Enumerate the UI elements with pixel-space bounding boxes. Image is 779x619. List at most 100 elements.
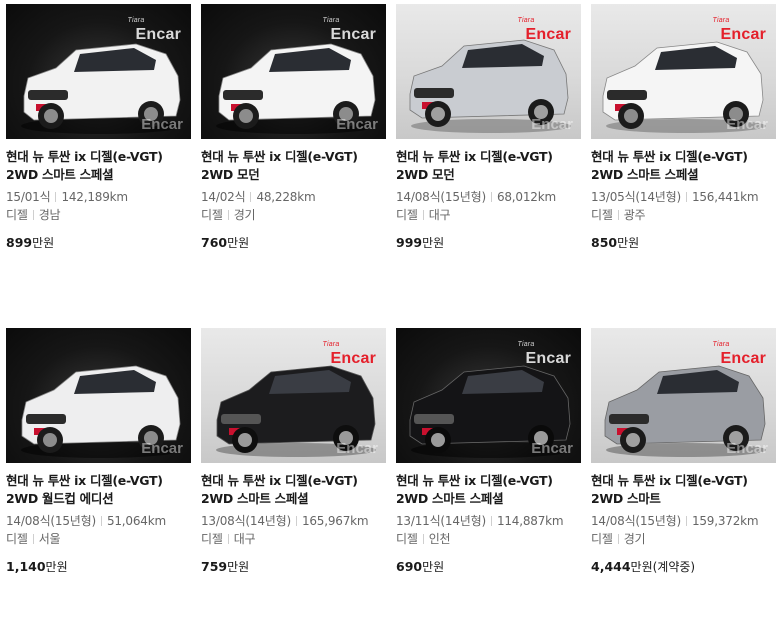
divider: [227, 210, 229, 220]
listing-meta-2: 디젤 대구: [201, 530, 386, 548]
listing-meta-2: 디젤 대구: [396, 206, 581, 224]
model-year: 14/02식: [201, 190, 246, 204]
listing-card[interactable]: Tiara Encar Encar 현대 뉴 투싼 ix 디젤(e-VGT) 2W…: [396, 328, 581, 575]
listing-price: 4,444만원(계약중): [591, 558, 776, 575]
listing-title[interactable]: 현대 뉴 투싼 ix 디젤(e-VGT) 2WD 스마트 스페셜: [396, 472, 581, 508]
model-year: 15/01식: [6, 190, 51, 204]
encar-logo: Tiara Encar: [322, 341, 376, 367]
mileage: 142,189km: [61, 190, 128, 204]
price-unit: 만원: [422, 560, 445, 574]
encar-watermark: Encar: [726, 440, 768, 457]
listing-title[interactable]: 현대 뉴 투싼 ix 디젤(e-VGT) 2WD 모던: [396, 148, 581, 184]
listing-price: 999만원: [396, 234, 581, 251]
listing-card[interactable]: Tiara Encar Encar 현대 뉴 투싼 ix 디젤(e-VGT) 2W…: [201, 4, 386, 251]
car-photo[interactable]: Tiara Encar Encar: [591, 328, 776, 463]
price-unit: 만원: [617, 236, 640, 250]
encar-watermark: Encar: [141, 440, 183, 457]
divider: [227, 534, 229, 544]
divider: [422, 534, 424, 544]
model-year: 13/05식(14년형): [591, 190, 681, 204]
mileage: 48,228km: [256, 190, 316, 204]
model-year: 14/08식(15년형): [591, 514, 681, 528]
car-photo[interactable]: Encar: [6, 328, 191, 463]
region: 대구: [428, 208, 451, 222]
listing-price: 759만원: [201, 558, 386, 575]
model-year: 13/11식(14년형): [396, 514, 486, 528]
price-unit: 만원(계약중): [630, 560, 696, 574]
listing-meta-2: 디젤 경남: [6, 206, 191, 224]
mileage: 156,441km: [691, 190, 759, 204]
price-value: 760: [201, 235, 228, 250]
divider: [490, 516, 492, 526]
listing-title[interactable]: 현대 뉴 투싼 ix 디젤(e-VGT) 2WD 스마트 스페셜: [6, 148, 191, 184]
listing-price: 760만원: [201, 234, 386, 251]
fuel-type: 디젤: [591, 532, 613, 546]
divider: [55, 192, 57, 202]
divider: [250, 192, 252, 202]
listing-meta-1: 13/11식(14년형) 114,887km: [396, 512, 581, 530]
price-unit: 만원: [422, 236, 445, 250]
encar-watermark: Encar: [531, 116, 573, 133]
listing-meta-1: 15/01식 142,189km: [6, 188, 191, 206]
mileage: 51,064km: [106, 514, 166, 528]
listing-title[interactable]: 현대 뉴 투싼 ix 디젤(e-VGT) 2WD 월드컵 에디션: [6, 472, 191, 508]
encar-logo: Tiara Encar: [322, 17, 376, 43]
mileage: 165,967km: [301, 514, 369, 528]
divider: [685, 516, 687, 526]
listing-meta-2: 디젤 서울: [6, 530, 191, 548]
listing-card[interactable]: Encar 현대 뉴 투싼 ix 디젤(e-VGT) 2WD 월드컵 에디션 1…: [6, 328, 191, 575]
listing-card[interactable]: Tiara Encar Encar 현대 뉴 투싼 ix 디젤(e-VGT) 2W…: [591, 4, 776, 251]
fuel-type: 디젤: [396, 208, 418, 222]
divider: [295, 516, 297, 526]
fuel-type: 디젤: [6, 208, 28, 222]
listing-title[interactable]: 현대 뉴 투싼 ix 디젤(e-VGT) 2WD 스마트 스페셜: [201, 472, 386, 508]
listing-title[interactable]: 현대 뉴 투싼 ix 디젤(e-VGT) 2WD 모던: [201, 148, 386, 184]
mileage: 68,012km: [496, 190, 556, 204]
encar-watermark: Encar: [336, 116, 378, 133]
listing-price: 850만원: [591, 234, 776, 251]
price-value: 999: [396, 235, 423, 250]
region: 서울: [38, 532, 61, 546]
price-value: 759: [201, 559, 228, 574]
encar-logo: Tiara Encar: [712, 17, 766, 43]
model-year: 14/08식(15년형): [396, 190, 486, 204]
listing-price: 899만원: [6, 234, 191, 251]
region: 경기: [623, 532, 646, 546]
car-photo[interactable]: Tiara Encar Encar: [201, 328, 386, 463]
fuel-type: 디젤: [201, 208, 223, 222]
price-unit: 만원: [32, 236, 55, 250]
price-unit: 만원: [45, 560, 68, 574]
encar-logo: Tiara Encar: [517, 341, 571, 367]
encar-watermark: Encar: [726, 116, 768, 133]
car-photo[interactable]: Tiara Encar Encar: [396, 328, 581, 463]
listing-card[interactable]: Tiara Encar Encar 현대 뉴 투싼 ix 디젤(e-VGT) 2W…: [6, 4, 191, 251]
divider: [422, 210, 424, 220]
divider: [617, 210, 619, 220]
divider: [100, 516, 102, 526]
listing-card[interactable]: Tiara Encar Encar 현대 뉴 투싼 ix 디젤(e-VGT) 2W…: [201, 328, 386, 575]
fuel-type: 디젤: [396, 532, 418, 546]
mileage: 159,372km: [691, 514, 759, 528]
car-photo[interactable]: Tiara Encar Encar: [591, 4, 776, 139]
listing-card[interactable]: Tiara Encar Encar 현대 뉴 투싼 ix 디젤(e-VGT) 2W…: [396, 4, 581, 251]
listing-meta-2: 디젤 인천: [396, 530, 581, 548]
encar-logo: Tiara Encar: [517, 17, 571, 43]
listing-meta-1: 14/08식(15년형) 68,012km: [396, 188, 581, 206]
car-photo[interactable]: Tiara Encar Encar: [396, 4, 581, 139]
divider: [490, 192, 492, 202]
encar-watermark: Encar: [531, 440, 573, 457]
listing-title[interactable]: 현대 뉴 투싼 ix 디젤(e-VGT) 2WD 스마트: [591, 472, 776, 508]
listing-grid: Tiara Encar Encar 현대 뉴 투싼 ix 디젤(e-VGT) 2W…: [0, 0, 779, 619]
price-value: 690: [396, 559, 423, 574]
listing-price: 1,140만원: [6, 558, 191, 575]
listing-title[interactable]: 현대 뉴 투싼 ix 디젤(e-VGT) 2WD 스마트 스페셜: [591, 148, 776, 184]
car-photo[interactable]: Tiara Encar Encar: [201, 4, 386, 139]
listing-card[interactable]: Tiara Encar Encar 현대 뉴 투싼 ix 디젤(e-VGT) 2W…: [591, 328, 776, 575]
car-photo[interactable]: Tiara Encar Encar: [6, 4, 191, 139]
region: 대구: [233, 532, 256, 546]
region: 경남: [38, 208, 61, 222]
model-year: 13/08식(14년형): [201, 514, 291, 528]
listing-meta-2: 디젤 경기: [201, 206, 386, 224]
fuel-type: 디젤: [201, 532, 223, 546]
divider: [617, 534, 619, 544]
